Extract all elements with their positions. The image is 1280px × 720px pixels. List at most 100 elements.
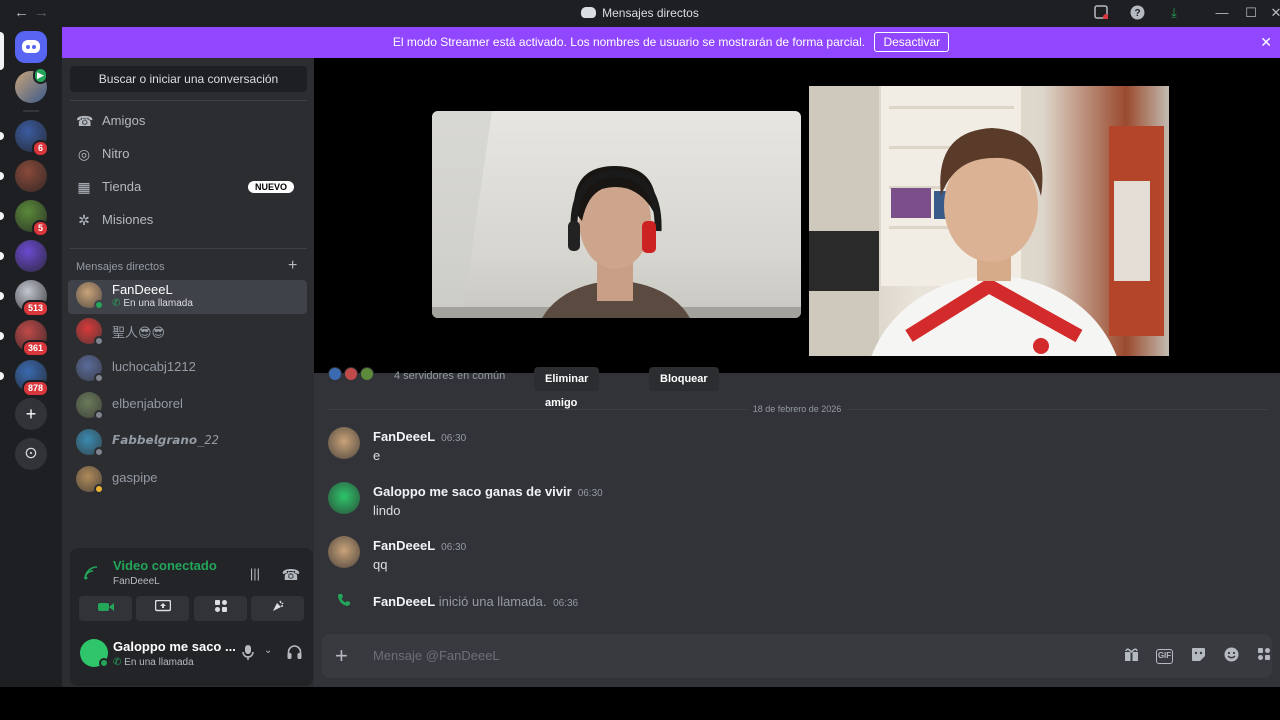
streamer-mode-banner: El modo Streamer está activado. Los nomb… bbox=[62, 27, 1280, 58]
screenshare-button[interactable] bbox=[136, 596, 189, 621]
nav-quests-label: Misiones bbox=[102, 212, 154, 227]
mutual-servers-text[interactable]: 4 servidores en común bbox=[394, 370, 505, 382]
presence-dot bbox=[94, 373, 104, 383]
remove-friend-button[interactable]: Eliminar amigo bbox=[534, 367, 600, 409]
dm-name: 𝙁𝙖𝙗𝙗𝙚𝙡𝙜𝙧𝙖𝙣𝙤_22 bbox=[112, 433, 219, 447]
emoji-icon[interactable] bbox=[1222, 647, 1240, 665]
message-avatar[interactable] bbox=[328, 427, 360, 459]
dm-item[interactable]: 𝙁𝙖𝙗𝙗𝙚𝙡𝙜𝙧𝙖𝙣𝙤_22 bbox=[68, 427, 307, 461]
message: Galoppo me saco ganas de vivir 06:30 lindo bbox=[328, 482, 1228, 522]
divider bbox=[70, 100, 307, 101]
activities-button[interactable] bbox=[194, 596, 247, 621]
unread-indicator bbox=[0, 292, 4, 300]
home-button[interactable] bbox=[15, 31, 47, 63]
dm-name: 聖人😎😎 bbox=[112, 325, 166, 340]
disconnect-icon[interactable]: ☎ bbox=[281, 566, 301, 584]
maximize-icon[interactable]: ☐ bbox=[1243, 5, 1259, 21]
friends-icon: ☎ bbox=[76, 113, 94, 129]
block-button[interactable]: Bloquear bbox=[649, 367, 719, 391]
gift-icon[interactable] bbox=[1122, 647, 1140, 665]
banner-text: El modo Streamer está activado. Los nomb… bbox=[392, 35, 866, 49]
video-tile-local[interactable] bbox=[809, 86, 1169, 356]
soundboard-icon bbox=[272, 600, 283, 611]
nav-shop-label: Tienda bbox=[102, 179, 142, 194]
dm-item[interactable]: luchocabj1212 bbox=[68, 353, 307, 387]
noise-suppression-icon[interactable]: ||| bbox=[245, 566, 265, 582]
dm-header: Mensajes directos bbox=[76, 261, 165, 273]
mention-badge: 5 bbox=[31, 220, 49, 237]
dm-status: ✆ En una llamada bbox=[112, 298, 193, 309]
mention-badge: 361 bbox=[21, 340, 49, 357]
create-dm-button[interactable]: + bbox=[288, 257, 297, 275]
nitro-icon: ◎ bbox=[77, 146, 91, 162]
unread-indicator bbox=[0, 332, 4, 340]
deactivate-button[interactable]: Desactivar bbox=[874, 32, 950, 52]
gif-icon[interactable]: GIF bbox=[1156, 649, 1173, 664]
soundboard-button[interactable] bbox=[251, 596, 304, 621]
message-composer: + Mensaje @FanDeeeL GIF bbox=[322, 634, 1272, 678]
video-status-badge: ▶ bbox=[33, 67, 48, 84]
server-icon[interactable] bbox=[15, 160, 47, 192]
message-author[interactable]: Galoppo me saco ganas de vivir 06:30 bbox=[373, 484, 603, 499]
dm-item[interactable]: gaspipe bbox=[68, 464, 307, 498]
close-window-icon[interactable]: ✕ bbox=[1268, 5, 1280, 21]
screenshare-icon bbox=[154, 599, 171, 612]
message-author[interactable]: FanDeeeL 06:30 bbox=[373, 538, 466, 553]
message-time: 06:30 bbox=[577, 488, 603, 499]
mutual-server-avatar[interactable] bbox=[328, 367, 342, 381]
message-avatar[interactable] bbox=[328, 482, 360, 514]
nav-friends[interactable]: ☎ Amigos bbox=[70, 105, 307, 138]
mic-settings-chevron-icon[interactable]: ⌄ bbox=[264, 645, 272, 656]
camera-button[interactable] bbox=[79, 596, 132, 621]
server-icon[interactable] bbox=[15, 240, 47, 272]
mutual-server-avatar[interactable] bbox=[344, 367, 358, 381]
call-event-author[interactable]: FanDeeeL bbox=[373, 594, 435, 609]
help-icon[interactable]: ? bbox=[1129, 5, 1145, 21]
discover-icon[interactable]: ⊙ bbox=[15, 438, 47, 470]
dm-item[interactable]: 聖人😎😎 bbox=[68, 316, 307, 350]
add-server-button[interactable]: + bbox=[15, 398, 47, 430]
nav-quests[interactable]: ✲ Misiones bbox=[70, 204, 307, 237]
mention-badge: 513 bbox=[21, 300, 49, 317]
nav-shop[interactable]: ▦ Tienda NUEVO bbox=[70, 171, 307, 204]
unread-indicator bbox=[0, 372, 4, 380]
server-rail: ▶ 6 5 513 361 878 + ⊙ bbox=[0, 27, 62, 687]
nav-nitro[interactable]: ◎ Nitro bbox=[70, 138, 307, 171]
message-avatar[interactable] bbox=[328, 536, 360, 568]
search-input[interactable]: Buscar o iniciar una conversación bbox=[70, 66, 307, 92]
message: FanDeeeL 06:30 e bbox=[328, 427, 1228, 467]
online-status-dot bbox=[99, 658, 109, 668]
message: FanDeeeL 06:30 qq bbox=[328, 536, 1228, 576]
message-author[interactable]: FanDeeeL 06:30 bbox=[373, 429, 466, 444]
message-text: e bbox=[373, 448, 381, 463]
call-area bbox=[314, 58, 1280, 373]
dm-name: luchocabj1212 bbox=[112, 359, 196, 374]
attach-plus-icon[interactable]: + bbox=[335, 643, 348, 669]
message-input[interactable]: Mensaje @FanDeeeL bbox=[373, 648, 500, 663]
apps-icon[interactable] bbox=[1255, 647, 1273, 665]
user-name[interactable]: Galoppo me saco ... bbox=[113, 639, 236, 654]
voice-channel-name[interactable]: FanDeeeL bbox=[113, 576, 160, 587]
mutual-server-avatar[interactable] bbox=[360, 367, 374, 381]
dm-item[interactable]: FanDeeeL ✆ En una llamada bbox=[68, 280, 307, 314]
sticker-icon[interactable] bbox=[1189, 647, 1207, 665]
video-tile-remote[interactable] bbox=[432, 111, 801, 318]
banner-close-icon[interactable]: ✕ bbox=[1260, 27, 1272, 58]
inbox-icon[interactable] bbox=[1093, 5, 1109, 21]
presence-dot bbox=[94, 300, 104, 310]
discord-logo-icon bbox=[581, 7, 597, 18]
dm-name: elbenjaborel bbox=[112, 396, 183, 411]
window-title: Mensajes directos bbox=[0, 6, 1280, 20]
dm-name: gaspipe bbox=[112, 470, 158, 485]
dm-item[interactable]: elbenjaborel bbox=[68, 390, 307, 424]
signal-icon[interactable] bbox=[84, 566, 98, 583]
rail-divider bbox=[23, 110, 39, 112]
microphone-icon[interactable] bbox=[242, 645, 254, 663]
camera-icon bbox=[97, 603, 114, 611]
discord-logo-icon bbox=[22, 40, 40, 53]
headphones-icon[interactable] bbox=[287, 645, 302, 662]
download-icon[interactable]: ⤓ bbox=[1166, 5, 1182, 21]
minimize-icon[interactable]: — bbox=[1214, 5, 1230, 21]
voice-status-title: Video conectado bbox=[113, 558, 217, 573]
presence-dot bbox=[94, 336, 104, 346]
